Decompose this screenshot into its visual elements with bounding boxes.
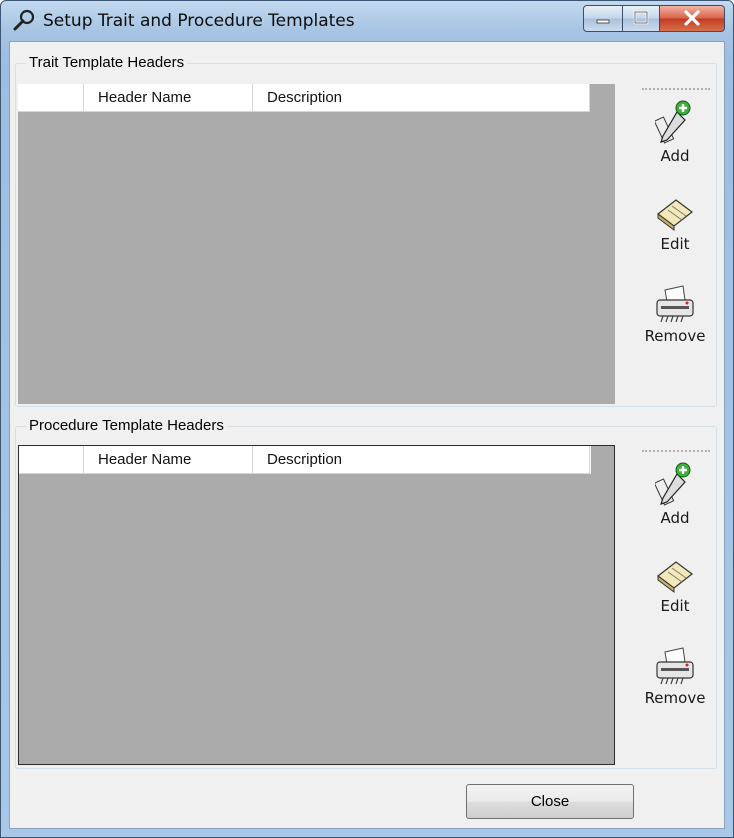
shredder-icon <box>656 647 694 685</box>
close-icon <box>684 10 700 26</box>
remove-label: Remove <box>644 689 706 707</box>
procedure-template-grid[interactable]: Header Name Description <box>18 445 615 765</box>
procedure-template-group: Procedure Template Headers Header Name D… <box>15 417 717 769</box>
trait-group-title: Trait Template Headers <box>26 54 188 72</box>
window-title: Setup Trait and Procedure Templates <box>43 11 355 31</box>
remove-label: Remove <box>644 327 706 345</box>
add-label: Add <box>660 509 690 527</box>
dialog-client-area: Trait Template Headers Header Name Descr… <box>9 41 725 829</box>
procedure-toolbar: Add Edit Remove <box>637 450 713 766</box>
trait-toolbar: Add Edit Remove <box>637 88 713 404</box>
shredder-icon <box>656 285 694 323</box>
minimize-icon <box>596 19 610 24</box>
maximize-icon <box>633 10 649 25</box>
close-button[interactable]: Close <box>466 784 634 819</box>
title-bar[interactable]: Setup Trait and Procedure Templates <box>1 1 733 41</box>
trait-grid-header: Header Name Description <box>18 84 590 112</box>
trait-remove-button[interactable]: Remove <box>637 284 713 374</box>
edit-label: Edit <box>660 597 690 615</box>
toolbar-grip[interactable] <box>642 88 710 90</box>
add-icon <box>655 462 691 506</box>
edit-icon <box>657 561 693 593</box>
trait-template-grid[interactable]: Header Name Description <box>18 84 615 404</box>
maximize-button[interactable] <box>622 5 660 32</box>
add-label: Add <box>660 147 690 165</box>
edit-icon <box>657 199 693 231</box>
procedure-group-title: Procedure Template Headers <box>26 417 227 435</box>
trait-add-button[interactable]: Add <box>637 100 713 190</box>
toolbar-grip[interactable] <box>642 450 710 452</box>
header-name-column[interactable]: Header Name <box>84 446 253 473</box>
dialog-window: Setup Trait and Procedure Templates Trai… <box>0 0 734 838</box>
add-icon <box>655 100 691 144</box>
edit-label: Edit <box>660 235 690 253</box>
procedure-edit-button[interactable]: Edit <box>637 556 713 646</box>
close-window-button[interactable] <box>659 5 725 32</box>
description-column[interactable]: Description <box>253 84 590 111</box>
header-name-column[interactable]: Header Name <box>84 84 253 111</box>
procedure-add-button[interactable]: Add <box>637 462 713 552</box>
trait-edit-button[interactable]: Edit <box>637 194 713 284</box>
wrench-icon <box>13 9 35 31</box>
trait-template-group: Trait Template Headers Header Name Descr… <box>15 54 717 407</box>
procedure-remove-button[interactable]: Remove <box>637 646 713 736</box>
row-selector-header <box>19 446 84 473</box>
minimize-button[interactable] <box>583 5 623 32</box>
description-column[interactable]: Description <box>253 446 590 473</box>
procedure-grid-header: Header Name Description <box>19 446 591 474</box>
row-selector-header <box>18 84 84 111</box>
